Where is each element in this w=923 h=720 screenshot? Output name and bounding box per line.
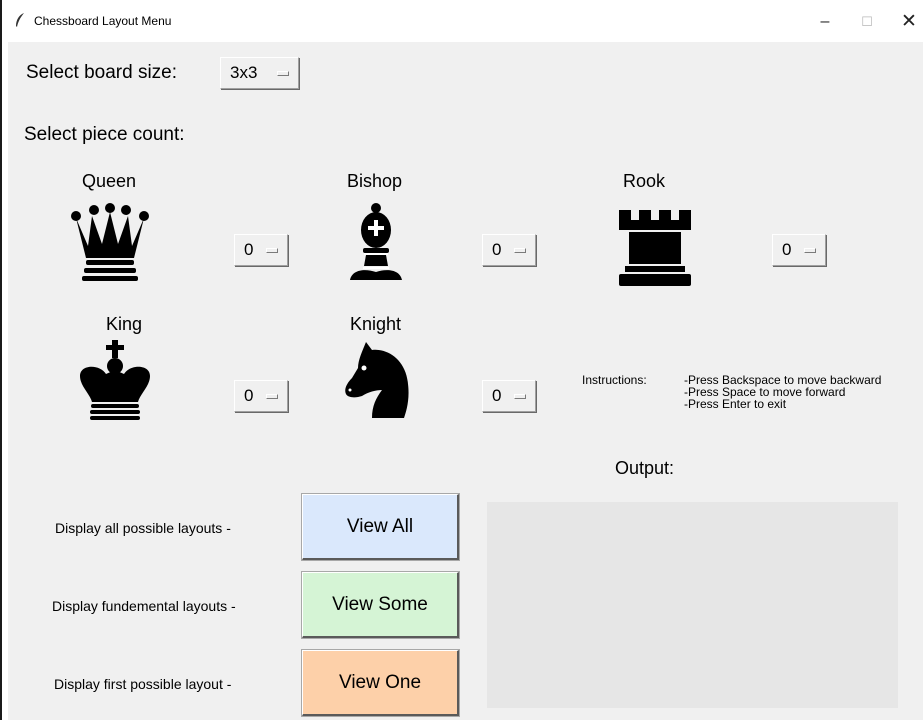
rook-count-select[interactable]: 0 bbox=[772, 234, 826, 266]
maximize-button[interactable]: ☐ bbox=[847, 8, 887, 36]
view-some-button[interactable]: View Some bbox=[301, 571, 460, 639]
knight-icon bbox=[345, 342, 409, 418]
dropdown-indicator-icon bbox=[514, 248, 526, 253]
bishop-count-value: 0 bbox=[492, 240, 502, 259]
dropdown-indicator-icon bbox=[266, 248, 278, 253]
instructions-text: -Press Backspace to move backward -Press… bbox=[684, 374, 881, 410]
king-icon bbox=[80, 340, 150, 420]
window-left-border bbox=[0, 0, 2, 720]
dropdown-indicator-icon bbox=[804, 248, 816, 253]
rook-label: Rook bbox=[623, 171, 666, 191]
piece-count-label: Select piece count: bbox=[24, 124, 185, 145]
rook-count-value: 0 bbox=[782, 240, 792, 259]
king-count-value: 0 bbox=[244, 386, 254, 405]
window-title: Chessboard Layout Menu bbox=[34, 14, 172, 28]
king-count-select[interactable]: 0 bbox=[234, 380, 288, 412]
instructions-label: Instructions: bbox=[582, 373, 647, 387]
queen-label: Queen bbox=[82, 171, 137, 191]
board-size-label: Select board size: bbox=[26, 62, 178, 83]
queen-count-select[interactable]: 0 bbox=[234, 234, 288, 266]
view-some-description: Display fundemental layouts - bbox=[52, 598, 236, 614]
main-panel: Select board size: 3x3 Select piece coun… bbox=[8, 42, 923, 720]
queen-icon bbox=[71, 203, 149, 281]
board-size-value: 3x3 bbox=[230, 63, 258, 82]
view-one-description: Display first possible layout - bbox=[54, 676, 232, 692]
minimize-button[interactable]: – bbox=[805, 8, 845, 36]
knight-count-select[interactable]: 0 bbox=[482, 380, 536, 412]
output-panel bbox=[487, 502, 898, 708]
dropdown-indicator-icon bbox=[266, 394, 278, 399]
view-one-button[interactable]: View One bbox=[301, 649, 460, 717]
feather-icon bbox=[16, 13, 24, 27]
board-size-select[interactable]: 3x3 bbox=[220, 57, 299, 89]
knight-label: Knight bbox=[350, 314, 402, 334]
output-label: Output: bbox=[615, 458, 675, 478]
close-button[interactable]: ✕ bbox=[889, 8, 923, 36]
bishop-count-select[interactable]: 0 bbox=[482, 234, 536, 266]
knight-count-value: 0 bbox=[492, 386, 502, 405]
title-bar[interactable]: Chessboard Layout Menu – ☐ ✕ bbox=[8, 0, 923, 42]
rook-icon bbox=[619, 210, 691, 286]
queen-count-value: 0 bbox=[244, 240, 254, 259]
king-label: King bbox=[106, 314, 143, 334]
dropdown-indicator-icon bbox=[277, 71, 289, 76]
bishop-label: Bishop bbox=[347, 171, 403, 191]
view-all-button[interactable]: View All bbox=[301, 493, 460, 561]
dropdown-indicator-icon bbox=[514, 394, 526, 399]
view-all-description: Display all possible layouts - bbox=[55, 520, 231, 536]
instruction-line: -Press Enter to exit bbox=[684, 397, 787, 411]
bishop-icon bbox=[350, 203, 402, 280]
